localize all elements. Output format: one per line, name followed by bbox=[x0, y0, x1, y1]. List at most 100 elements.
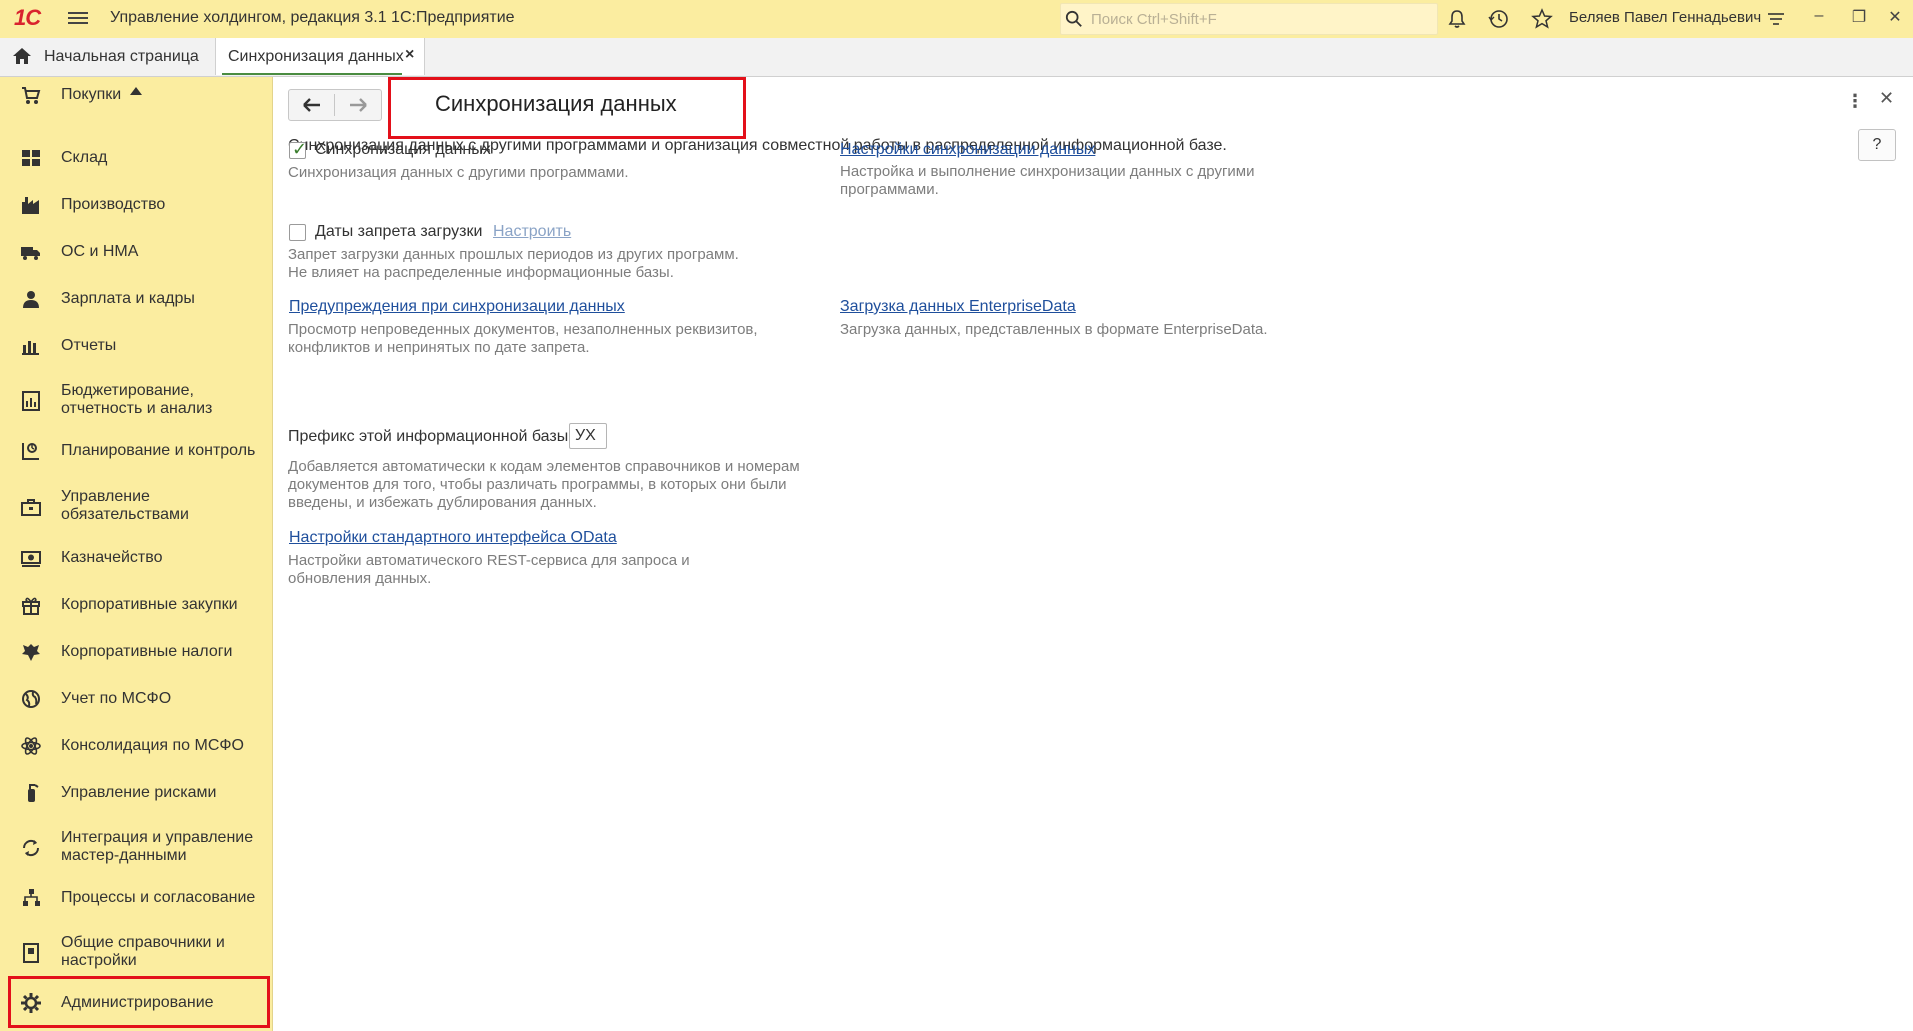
load-ban-hint-2: Не влияет на распределенные информационн… bbox=[288, 264, 674, 281]
prefix-hint-3: введены, и избежать дублирования данных. bbox=[288, 494, 597, 511]
atom-icon bbox=[21, 737, 41, 755]
planning-icon bbox=[22, 443, 39, 460]
enterprise-data-hint: Загрузка данных, представленных в формат… bbox=[840, 321, 1268, 338]
highlight-frame bbox=[8, 976, 270, 1028]
tab-home-label: Начальная страница bbox=[44, 48, 199, 65]
prefix-hint-1: Добавляется автоматически к кодам элемен… bbox=[288, 458, 800, 475]
load-ban-hint-1: Запрет загрузки данных прошлых периодов … bbox=[288, 246, 739, 263]
globe-icon bbox=[22, 690, 40, 708]
back-arrow-icon[interactable] bbox=[292, 93, 332, 117]
sidebar-item-ifrs[interactable]: Учет по МСФО bbox=[0, 688, 272, 714]
sync-warnings-hint-2: конфликтов и непринятых по дате запрета. bbox=[288, 339, 590, 356]
sidebar-item-label: Планирование и контроль bbox=[61, 442, 256, 459]
cart-icon bbox=[22, 87, 41, 104]
enterprise-data-link[interactable]: Загрузка данных EnterpriseData bbox=[840, 298, 1076, 316]
sidebar-item-label: Общие справочники и настройки bbox=[61, 934, 225, 969]
configure-link[interactable]: Настроить bbox=[493, 223, 571, 241]
sidebar-item-label: Покупки bbox=[61, 86, 122, 103]
star-icon[interactable] bbox=[1531, 8, 1553, 30]
sync-warnings-hint-1: Просмотр непроведенных документов, незап… bbox=[288, 321, 758, 338]
search-icon bbox=[1065, 10, 1082, 27]
bell-icon[interactable] bbox=[1446, 8, 1468, 30]
sidebar-item-label: Управление обязательствами bbox=[61, 488, 189, 523]
odata-hint-1: Настройки автоматического REST-сервиса д… bbox=[288, 552, 690, 569]
home-icon bbox=[13, 48, 31, 64]
gift-icon bbox=[22, 597, 40, 615]
load-ban-dates-label[interactable]: Даты запрета загрузки bbox=[315, 223, 482, 241]
sidebar-item-reports[interactable]: Отчеты bbox=[0, 335, 272, 361]
warehouse-icon bbox=[22, 150, 40, 166]
sidebar-item-planning[interactable]: Планирование и контроль bbox=[0, 440, 272, 466]
tab-close-icon[interactable]: × bbox=[405, 46, 414, 64]
book-icon bbox=[23, 943, 39, 963]
sidebar-item-budgeting[interactable]: Бюджетирование, отчетность и анализ bbox=[0, 382, 272, 422]
bar-chart-icon bbox=[22, 341, 39, 355]
process-icon bbox=[23, 889, 40, 906]
sidebar-item-label: Бюджетирование, отчетность и анализ bbox=[61, 382, 213, 417]
load-ban-dates-checkbox[interactable] bbox=[289, 224, 306, 241]
sidebar-item-corporate-purchases[interactable]: Корпоративные закупки bbox=[0, 594, 272, 620]
sections-panel[interactable]: Покупки Склад Производство ОС и НМА Зарп… bbox=[0, 77, 273, 1031]
sidebar-item-processes[interactable]: Процессы и согласование bbox=[0, 887, 272, 913]
history-nav bbox=[288, 89, 382, 121]
sync-warnings-link[interactable]: Предупреждения при синхронизации данных bbox=[289, 298, 625, 316]
app-title: Управление холдингом, редакция 3.1 1С:Пр… bbox=[110, 9, 515, 26]
budget-icon bbox=[22, 391, 40, 411]
sidebar-item-treasury[interactable]: Казначейство bbox=[0, 547, 272, 573]
sidebar-item-risks[interactable]: Управление рисками bbox=[0, 782, 272, 808]
emblem-icon bbox=[22, 644, 40, 661]
minimize-icon[interactable]: – bbox=[1808, 7, 1830, 29]
top-bar: 1С Управление холдингом, редакция 3.1 1С… bbox=[0, 0, 1913, 39]
sidebar-item-label: ОС и НМА bbox=[61, 243, 139, 260]
briefcase-icon bbox=[21, 499, 41, 516]
global-search[interactable] bbox=[1060, 3, 1438, 35]
tab-bar: Начальная страница Синхронизация данных … bbox=[0, 38, 1913, 77]
main-menu-icon[interactable] bbox=[68, 9, 88, 29]
sidebar-item-production[interactable]: Производство bbox=[0, 194, 272, 220]
sidebar-item-label: Корпоративные закупки bbox=[61, 596, 238, 613]
sync-settings-hint-2: программами. bbox=[840, 181, 939, 198]
sidebar-item-ifrs-consolidation[interactable]: Консолидация по МСФО bbox=[0, 735, 272, 761]
sidebar-item-obligations[interactable]: Управление обязательствами bbox=[0, 488, 272, 528]
help-button[interactable]: ? bbox=[1858, 129, 1896, 161]
sidebar-item-label: Управление рисками bbox=[61, 784, 217, 801]
sidebar-item-purchases[interactable]: Покупки bbox=[0, 86, 272, 109]
close-form-icon[interactable]: ✕ bbox=[1879, 88, 1894, 109]
user-name[interactable]: Беляев Павел Геннадьевич bbox=[1569, 9, 1761, 26]
sync-settings-hint-1: Настройка и выполнение синхронизации дан… bbox=[840, 163, 1255, 180]
check-mark-icon: ✓ bbox=[292, 139, 308, 159]
sidebar-item-integration[interactable]: Интеграция и управление мастер-данными bbox=[0, 829, 272, 869]
tab-active-underline bbox=[222, 73, 402, 75]
sidebar-item-warehouse[interactable]: Склад bbox=[0, 147, 272, 173]
tab-home[interactable]: Начальная страница bbox=[0, 38, 212, 76]
sidebar-item-label: Интеграция и управление мастер-данными bbox=[61, 829, 254, 864]
prefix-hint-2: документов для того, чтобы различать про… bbox=[288, 476, 787, 493]
sync-settings-link[interactable]: Настройки синхронизации данных bbox=[840, 141, 1095, 159]
prefix-field[interactable] bbox=[569, 423, 607, 449]
tab-data-sync[interactable]: Синхронизация данных × bbox=[215, 38, 425, 75]
restore-icon[interactable]: ❐ bbox=[1848, 7, 1870, 29]
sidebar-item-corporate-taxes[interactable]: Корпоративные налоги bbox=[0, 641, 272, 667]
close-window-icon[interactable]: ✕ bbox=[1884, 7, 1906, 29]
sidebar-item-label: Консолидация по МСФО bbox=[61, 737, 244, 754]
nav-separator bbox=[334, 94, 335, 116]
history-icon[interactable] bbox=[1488, 8, 1510, 30]
sidebar-item-references[interactable]: Общие справочники и настройки bbox=[0, 934, 272, 974]
odata-settings-link[interactable]: Настройки стандартного интерфейса OData bbox=[289, 529, 617, 547]
sidebar-item-label: Зарплата и кадры bbox=[61, 290, 195, 307]
forward-arrow-icon[interactable] bbox=[338, 93, 378, 117]
factory-icon bbox=[22, 197, 39, 214]
sidebar-item-fixed-assets[interactable]: ОС и НМА bbox=[0, 241, 272, 267]
main-content: Синхронизация данных ⋮ ✕ ? Синхронизация… bbox=[273, 77, 1913, 1031]
settings-menu-icon[interactable] bbox=[1765, 8, 1787, 30]
logo-1c: 1С bbox=[14, 5, 41, 30]
sync-checkbox[interactable]: ✓ bbox=[289, 139, 308, 159]
search-input[interactable] bbox=[1089, 7, 1423, 31]
sidebar-item-label: Производство bbox=[61, 196, 166, 213]
more-actions-icon[interactable]: ⋮ bbox=[1846, 91, 1864, 112]
prefix-label: Префикс этой информационной базы: bbox=[288, 428, 573, 445]
sync-checkbox-label[interactable]: Синхронизация данных bbox=[315, 141, 491, 159]
sidebar-item-payroll[interactable]: Зарплата и кадры bbox=[0, 288, 272, 314]
sidebar-item-label: Казначейство bbox=[61, 549, 163, 566]
odata-hint-2: обновления данных. bbox=[288, 570, 432, 587]
